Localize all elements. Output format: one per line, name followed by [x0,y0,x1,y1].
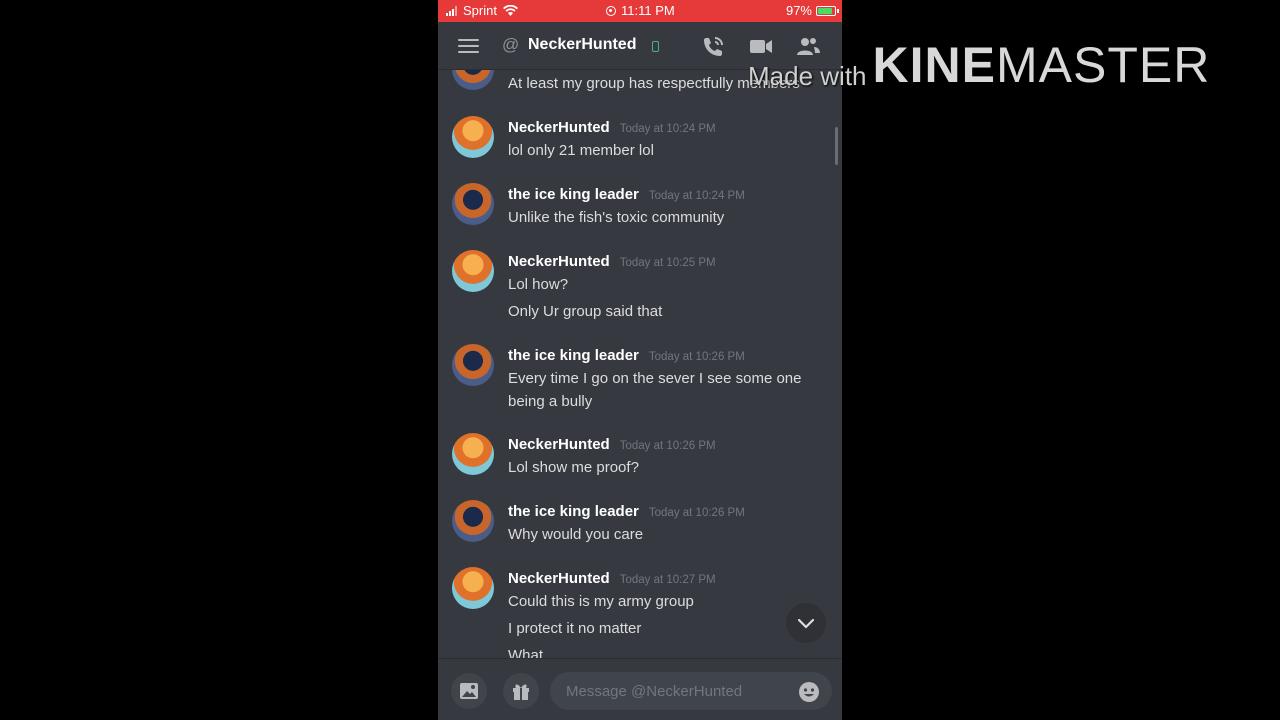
image-upload-button[interactable] [451,673,487,709]
emoji-icon[interactable] [798,681,820,703]
avatar[interactable] [452,183,494,225]
message-text: Only Ur group said that [508,303,663,320]
gift-button[interactable] [503,673,539,709]
message-author[interactable]: the ice king leader Today at 10:26 PM [508,503,745,520]
dm-title[interactable]: NeckerHunted [528,36,636,54]
message-text: Could this is my army group [508,593,694,610]
wifi-icon [502,5,518,16]
watermark-brand: KINEMASTER [872,37,1211,93]
message-author[interactable]: NeckerHunted Today at 10:27 PM [508,570,716,587]
message-timestamp: Today at 10:25 PM [619,257,716,269]
message-text: Why would you care [508,526,644,543]
message-author[interactable]: the ice king leader Today at 10:24 PM [508,186,745,203]
message-timestamp: Today at 10:24 PM [648,190,745,202]
time-group: 11:11 PM [606,3,675,18]
scrollbar[interactable] [835,127,838,165]
jump-to-present-button[interactable] [786,603,826,643]
message-text: Lol show me proof? [508,459,639,476]
gift-icon [513,684,529,700]
image-icon [460,683,478,699]
message-input[interactable] [550,672,832,710]
message-list[interactable]: At least my group has respectfully membe… [438,70,842,658]
voice-call-icon[interactable] [701,35,725,57]
kinemaster-watermark: Made with KINEMASTER [748,36,1210,94]
message-timestamp: Today at 10:26 PM [648,507,745,519]
menu-icon[interactable] [458,39,479,53]
message-author[interactable]: NeckerHunted Today at 10:26 PM [508,436,716,453]
battery-icon [816,5,839,16]
message-author[interactable]: NeckerHunted Today at 10:25 PM [508,253,716,270]
carrier-label: Sprint [463,3,497,18]
status-time: 11:11 PM [621,3,675,18]
message-text: Every time I go on the sever I see some … [508,370,802,387]
chevron-down-icon [797,618,815,629]
message-text: Lol how? [508,276,569,293]
message-text: lol only 21 member lol [508,142,654,159]
at-icon: @ [502,35,520,54]
message-text: being a bully [508,393,593,410]
avatar[interactable] [452,500,494,542]
message-timestamp: Today at 10:26 PM [648,351,745,363]
message-timestamp: Today at 10:26 PM [619,440,716,452]
message-text: What [508,647,544,658]
battery-percent: 97% [785,3,812,18]
avatar[interactable] [452,116,494,158]
avatar[interactable] [452,344,494,386]
message-text: Unlike the fish's toxic community [508,209,725,226]
message-author[interactable]: the ice king leader Today at 10:26 PM [508,347,745,364]
avatar[interactable] [452,567,494,609]
avatar[interactable] [452,433,494,475]
message-timestamp: Today at 10:24 PM [619,123,716,135]
mobile-status-icon [652,41,659,52]
status-bar: Sprint 11:11 PM 97% [438,0,842,22]
screen-recording-icon [606,5,616,16]
message-composer [438,658,842,720]
avatar[interactable] [452,70,494,90]
watermark-made-with: Made with [748,61,867,91]
avatar[interactable] [452,250,494,292]
message-author[interactable]: NeckerHunted Today at 10:24 PM [508,119,716,136]
battery-group: 97% [785,3,839,18]
signal-icon [446,5,457,16]
phone-screen: Sprint 11:11 PM 97% @ NeckerHunted At le… [438,0,842,720]
carrier-group: Sprint [446,3,518,18]
message-timestamp: Today at 10:27 PM [619,574,716,586]
message-text: I protect it no matter [508,620,642,637]
